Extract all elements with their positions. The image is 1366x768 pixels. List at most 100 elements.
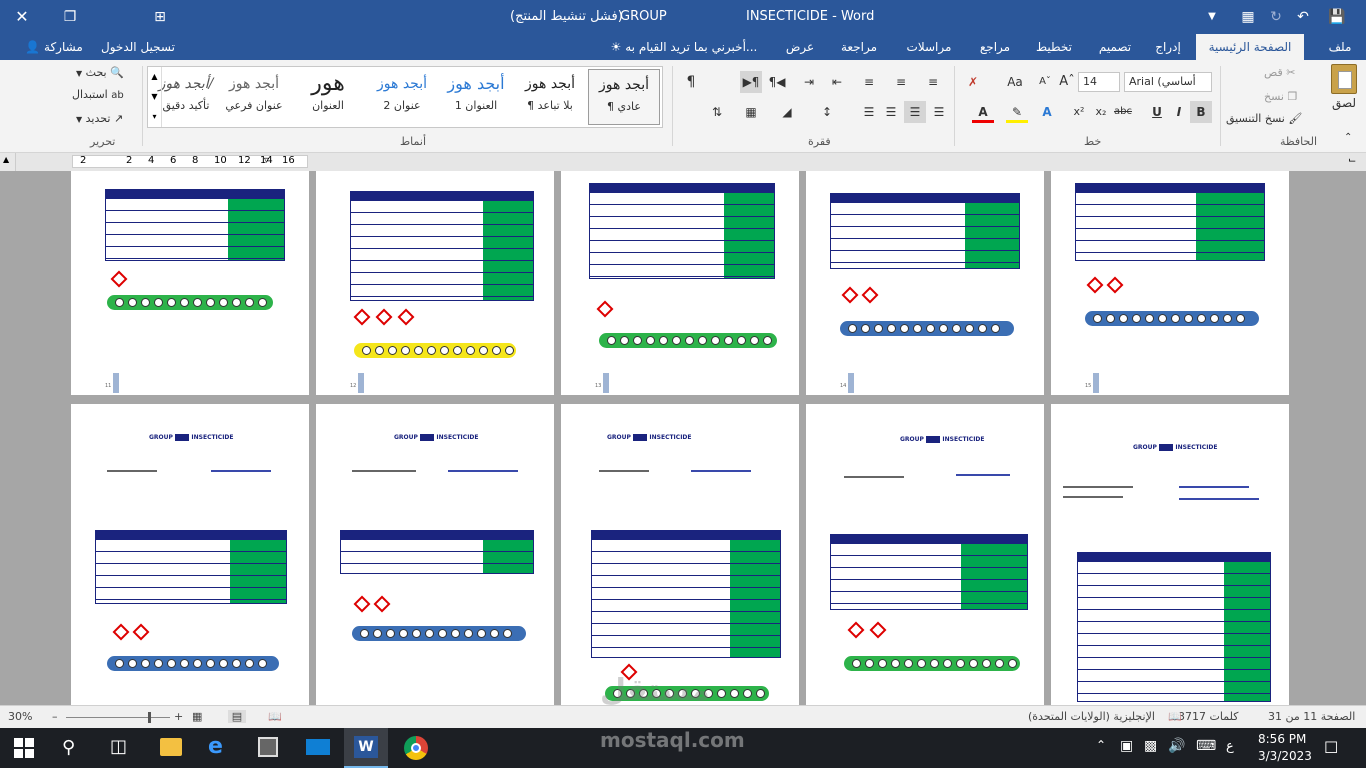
format-painter-button[interactable]: نسخ التنسيق 🖌 bbox=[1226, 112, 1322, 125]
store-icon[interactable] bbox=[258, 737, 278, 757]
document-canvas[interactable]: 15 14 13 12 11 GROUP . INSECTICIDE GROUP… bbox=[0, 171, 1366, 705]
tab-layout[interactable]: تخطيط bbox=[1030, 34, 1078, 60]
style-normal[interactable]: أبجد هوز ¶ عادي bbox=[588, 69, 660, 125]
ruler-toggle-icon[interactable]: ⌙ bbox=[1348, 155, 1356, 166]
chrome-icon[interactable] bbox=[404, 736, 428, 760]
clear-formatting-icon[interactable]: ✗ bbox=[962, 71, 984, 93]
word-count[interactable]: 3717 كلمات bbox=[1178, 710, 1238, 723]
cut-button[interactable]: قص ✂ bbox=[1264, 66, 1320, 79]
mail-icon[interactable] bbox=[306, 739, 330, 755]
web-layout-icon[interactable]: ▦ bbox=[192, 710, 202, 723]
tab-view[interactable]: عرض bbox=[780, 34, 820, 60]
read-mode-icon[interactable]: 📖 bbox=[268, 710, 282, 723]
font-color-icon[interactable]: A bbox=[972, 101, 994, 123]
windows-start-icon[interactable] bbox=[14, 738, 34, 758]
strikethrough-icon[interactable]: abc bbox=[1112, 101, 1134, 123]
copy-button[interactable]: نسخ ❐ bbox=[1264, 90, 1320, 103]
document-page[interactable]: 12 bbox=[316, 171, 554, 395]
tray-overflow-icon[interactable]: ⌃ bbox=[1096, 738, 1106, 752]
show-marks-icon[interactable]: ¶ bbox=[680, 71, 702, 93]
multilevel-list-icon[interactable]: ≡ bbox=[858, 71, 880, 93]
style-subtle-emphasis[interactable]: أبجد هوز/ تأكيد دقيق bbox=[156, 69, 216, 125]
input-language[interactable]: ع bbox=[1226, 739, 1234, 754]
decrease-indent-icon[interactable]: ⇤ bbox=[826, 71, 848, 93]
page-indicator[interactable]: الصفحة 11 من 31 bbox=[1268, 710, 1355, 723]
tab-references[interactable]: مراجع bbox=[972, 34, 1018, 60]
scroll-up-icon[interactable]: ▲ bbox=[3, 155, 9, 164]
font-name-combo[interactable]: Arial (أساسي bbox=[1124, 72, 1212, 92]
superscript-icon[interactable]: x² bbox=[1068, 101, 1090, 123]
tab-home[interactable]: الصفحة الرئيسية bbox=[1196, 34, 1304, 60]
document-page[interactable]: GROUP . INSECTICIDE bbox=[71, 404, 309, 705]
zoom-out-icon[interactable]: – bbox=[52, 710, 58, 723]
task-view-icon[interactable]: ◫ bbox=[110, 736, 127, 757]
replace-button[interactable]: استبدال ab bbox=[72, 88, 140, 101]
tab-review[interactable]: مراجعة bbox=[832, 34, 886, 60]
styles-more-icon[interactable]: ▾ bbox=[148, 107, 162, 127]
undo-icon[interactable]: ↶ bbox=[1293, 0, 1313, 34]
ribbon-display-icon[interactable]: ⊞ bbox=[150, 0, 170, 34]
quick-access-dropdown-icon[interactable]: ▼ bbox=[1204, 0, 1220, 34]
subscript-icon[interactable]: x₂ bbox=[1090, 101, 1112, 123]
ltr-direction-icon[interactable]: ▶¶ bbox=[740, 71, 762, 93]
proofing-icon[interactable]: 📖 bbox=[1168, 710, 1182, 723]
save-icon[interactable]: 💾 bbox=[1326, 0, 1348, 34]
document-page[interactable]: 11 bbox=[71, 171, 309, 395]
clock-date[interactable]: 3/3/2023 bbox=[1258, 749, 1312, 763]
align-right-icon[interactable]: ☰ bbox=[904, 101, 926, 123]
document-page[interactable]: 13 bbox=[561, 171, 799, 395]
font-size-combo[interactable]: 14 bbox=[1078, 72, 1120, 92]
clock-time[interactable]: 8:56 PM bbox=[1258, 732, 1306, 746]
italic-icon[interactable]: I bbox=[1168, 101, 1190, 123]
zoom-level[interactable]: 30% bbox=[8, 710, 32, 723]
bullets-icon[interactable]: ≡ bbox=[922, 71, 944, 93]
bold-icon[interactable]: B bbox=[1190, 101, 1212, 123]
redo-icon[interactable]: ↻ bbox=[1266, 0, 1286, 34]
zoom-slider-thumb[interactable] bbox=[148, 712, 151, 723]
style-heading-1[interactable]: أبجد هوز العنوان 1 bbox=[440, 69, 512, 125]
network-icon[interactable]: ▩ bbox=[1144, 738, 1157, 754]
zoom-slider[interactable] bbox=[66, 712, 170, 723]
close-icon[interactable]: ✕ bbox=[12, 0, 32, 34]
style-no-spacing[interactable]: أبجد هوز ¶ بلا تباعد bbox=[514, 69, 586, 125]
print-layout-icon[interactable]: ▤ bbox=[228, 710, 246, 723]
layout-icon[interactable]: ▦ bbox=[1238, 0, 1258, 34]
sign-in-link[interactable]: تسجيل الدخول bbox=[96, 34, 180, 60]
underline-icon[interactable]: U bbox=[1146, 101, 1168, 123]
horizontal-ruler[interactable]: 2 2 4 6 8 10 12 14 16 ▿ ⌙ bbox=[0, 153, 1366, 171]
style-subtitle[interactable]: أبجد هوز عنوان فرعي bbox=[218, 69, 290, 125]
restore-icon[interactable]: ❐ bbox=[60, 0, 80, 34]
styles-scroll-down-icon[interactable]: ▼ bbox=[148, 87, 162, 107]
document-page[interactable]: 15 bbox=[1051, 171, 1289, 395]
document-page[interactable]: 14 bbox=[806, 171, 1044, 395]
volume-icon[interactable]: 🔊 bbox=[1168, 738, 1185, 754]
justify-icon[interactable]: ☰ bbox=[928, 101, 950, 123]
zoom-in-icon[interactable]: + bbox=[174, 710, 183, 723]
language-indicator[interactable]: الإنجليزية (الولايات المتحدة) bbox=[1028, 710, 1155, 723]
document-page[interactable]: GROUP . INSECTICIDE bbox=[1051, 404, 1289, 705]
collapse-ribbon-icon[interactable]: ⌃ bbox=[1344, 132, 1352, 143]
word-app-icon[interactable]: W bbox=[344, 728, 388, 768]
notifications-icon[interactable]: ☐ bbox=[1324, 738, 1338, 757]
increase-indent-icon[interactable]: ⇥ bbox=[798, 71, 820, 93]
find-button[interactable]: ▼ بحث 🔍 bbox=[76, 66, 140, 79]
document-page[interactable]: GROUP . INSECTICIDE bbox=[561, 404, 799, 705]
share-button[interactable]: 👤 مشاركة bbox=[18, 34, 90, 60]
highlight-icon[interactable]: ✎ bbox=[1006, 101, 1028, 123]
text-effects-icon[interactable]: A bbox=[1036, 101, 1058, 123]
shading-icon[interactable]: ◢ bbox=[776, 101, 798, 123]
grow-font-icon[interactable]: Aˆ bbox=[1056, 71, 1078, 93]
edge-icon[interactable]: e bbox=[208, 734, 223, 759]
search-icon[interactable]: ⚲ bbox=[62, 737, 75, 758]
styles-scroll-up-icon[interactable]: ▲ bbox=[148, 67, 162, 87]
style-title[interactable]: هور العنوان bbox=[292, 69, 364, 125]
indent-marker-icon[interactable]: ▿ bbox=[264, 155, 269, 166]
document-page[interactable]: GROUP . INSECTICIDE bbox=[316, 404, 554, 705]
style-heading-2[interactable]: أبجد هوز عنوان 2 bbox=[366, 69, 438, 125]
file-explorer-icon[interactable] bbox=[160, 738, 182, 756]
tab-design[interactable]: تصميم bbox=[1090, 34, 1140, 60]
shrink-font-icon[interactable]: Aˇ bbox=[1034, 71, 1056, 93]
sort-icon[interactable]: ⇅ bbox=[706, 101, 728, 123]
tell-me-search[interactable]: ☀ أخبرني بما تريد القيام به... bbox=[598, 34, 770, 60]
tab-file[interactable]: ملف bbox=[1316, 34, 1364, 60]
